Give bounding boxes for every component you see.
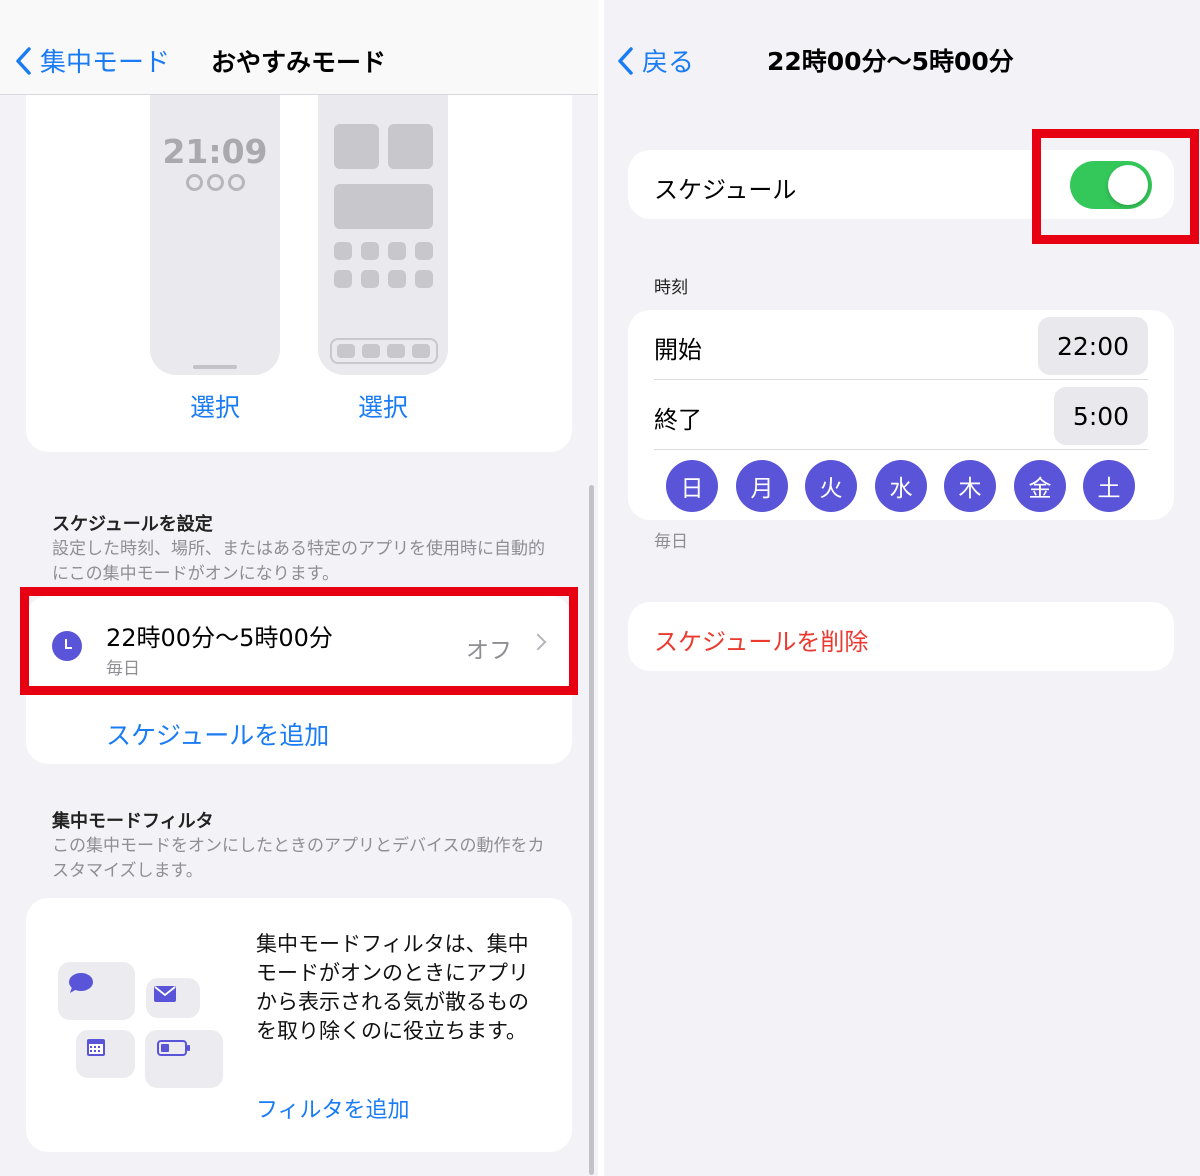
screen-preview-card xyxy=(26,60,572,452)
time-section-footer: 毎日 xyxy=(654,532,688,552)
schedule-section-header: スケジュールを設定 xyxy=(52,514,213,535)
dock-app-tile xyxy=(362,344,380,358)
day-button-thursday[interactable]: 木 xyxy=(944,460,996,512)
scrollbar[interactable] xyxy=(589,485,594,1175)
chevron-left-icon xyxy=(16,46,31,75)
lock-screen-widget-dots xyxy=(150,174,280,195)
app-tile xyxy=(388,124,433,169)
filter-description: 集中モードフィルタは、集中モードがオンのときにアプリから表示される気が散るものを… xyxy=(256,932,529,1043)
app-tile xyxy=(361,270,379,288)
day-button-wednesday[interactable]: 水 xyxy=(875,460,927,512)
navigation-bar: 集中モード おやすみモード xyxy=(0,0,598,95)
add-schedule-button[interactable]: スケジュールを追加 xyxy=(106,716,329,752)
lock-screen-time: 21:09 xyxy=(162,132,268,171)
start-label: 開始 xyxy=(654,336,702,364)
app-tile xyxy=(361,242,379,260)
app-tile xyxy=(334,242,352,260)
end-label: 終了 xyxy=(654,406,702,434)
back-button-label: 戻る xyxy=(642,48,695,78)
app-tile xyxy=(388,270,406,288)
schedule-toggle-label: スケジュール xyxy=(654,176,797,204)
filter-section-header: 集中モードフィルタ xyxy=(52,811,214,832)
calendar-filter-icon-bg xyxy=(76,1030,135,1078)
day-button-monday[interactable]: 月 xyxy=(736,460,788,512)
day-button-sunday[interactable]: 日 xyxy=(666,460,718,512)
mail-icon xyxy=(154,986,176,1002)
home-screen-select-button[interactable]: 選択 xyxy=(358,388,408,424)
end-time-picker[interactable]: 5:00 xyxy=(1054,387,1148,445)
app-tile xyxy=(388,242,406,260)
row-separator xyxy=(654,379,1148,380)
widget-tile xyxy=(334,184,433,229)
lock-screen-select-button[interactable]: 選択 xyxy=(190,388,240,424)
back-button-label: 集中モード xyxy=(40,48,171,78)
dock-app-tile xyxy=(387,344,405,358)
focus-mode-settings-panel: 21:09 選択 選択 集中モード おやすみモード スケジュールを設定 設定した… xyxy=(0,0,598,1176)
day-button-tuesday[interactable]: 火 xyxy=(805,460,857,512)
page-title: 22時00分〜5時00分 xyxy=(767,47,1014,76)
app-tile xyxy=(415,270,433,288)
chevron-left-icon xyxy=(618,46,633,75)
app-tile xyxy=(334,124,379,169)
delete-schedule-button[interactable]: スケジュールを削除 xyxy=(654,622,868,657)
schedule-detail-panel: 戻る 22時00分〜5時00分 スケジュール 時刻 開始 22:00 終了 5:… xyxy=(604,0,1200,1176)
page-title: おやすみモード xyxy=(211,48,387,77)
dock-app-tile xyxy=(412,344,430,358)
chat-bubble-icon xyxy=(69,973,93,993)
app-tile xyxy=(334,270,352,288)
home-screen-preview[interactable] xyxy=(318,92,448,375)
mail-filter-icon-bg xyxy=(146,978,200,1018)
calendar-icon xyxy=(87,1039,105,1056)
low-power-battery-icon xyxy=(157,1040,190,1056)
battery-filter-icon-bg xyxy=(145,1030,223,1088)
back-button[interactable]: 戻る xyxy=(616,42,694,79)
home-indicator xyxy=(193,365,237,369)
app-tile xyxy=(415,242,433,260)
add-filter-button[interactable]: フィルタを追加 xyxy=(256,1092,410,1124)
highlight-box-toggle xyxy=(1032,129,1199,244)
dock-app-tile xyxy=(337,344,355,358)
filter-section-footer: この集中モードをオンにしたときのアプリとデバイスの動作をカスタマイズします。 xyxy=(52,836,545,881)
dock xyxy=(330,338,438,364)
schedule-section-footer: 設定した時刻、場所、またはある特定のアプリを使用時に自動的にこの集中モードがオン… xyxy=(52,539,545,584)
time-section-header: 時刻 xyxy=(654,278,688,298)
back-button[interactable]: 集中モード xyxy=(14,42,170,79)
highlight-box-schedule-row xyxy=(20,587,578,695)
day-button-friday[interactable]: 金 xyxy=(1014,460,1066,512)
lock-screen-preview[interactable]: 21:09 xyxy=(150,92,280,375)
day-button-saturday[interactable]: 土 xyxy=(1083,460,1135,512)
row-separator xyxy=(654,449,1148,450)
message-filter-icon-bg xyxy=(58,962,135,1020)
start-time-picker[interactable]: 22:00 xyxy=(1038,317,1148,375)
